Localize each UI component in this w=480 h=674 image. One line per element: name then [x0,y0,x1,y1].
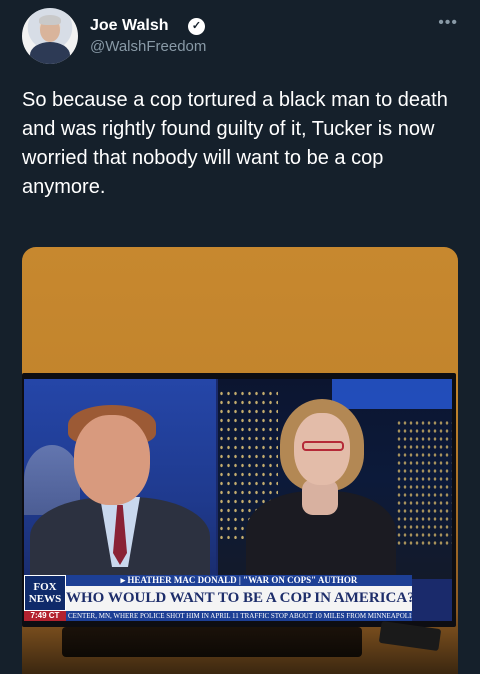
tv-stand [62,627,362,657]
tv-lower-third: FOX NEWS 7:49 CT ▸ HEATHER MAC DONALD | … [24,575,452,621]
guest-glasses [302,441,344,451]
right-video-panel [218,379,452,583]
user-handle[interactable]: @WalshFreedom [90,38,206,55]
avatar[interactable] [22,8,78,64]
avatar-hair [39,15,61,25]
guest-name-bar: ▸ HEATHER MAC DONALD | "WAR ON COPS" AUT… [66,575,412,586]
tv-frame: FOX NEWS 7:49 CT ▸ HEATHER MAC DONALD | … [22,373,456,627]
verified-check-icon: ✓ [188,18,205,35]
tv-screen: FOX NEWS 7:49 CT ▸ HEATHER MAC DONALD | … [24,379,452,621]
display-name[interactable]: Joe Walsh [90,17,169,35]
tv-ticker: CENTER, MN, WHERE POLICE SHOT HIM IN APR… [66,611,412,621]
host-head [74,415,150,505]
tweet-media-image[interactable]: FOX NEWS 7:49 CT ▸ HEATHER MAC DONALD | … [22,247,458,674]
city-lights-right [396,419,452,549]
fox-news-logo: FOX NEWS [24,575,66,611]
left-video-panel [24,379,216,587]
sky-backdrop [332,379,452,409]
avatar-suit [30,42,70,64]
more-horizontal-icon[interactable]: ••• [438,14,458,32]
tv-headline: WHO WOULD WANT TO BE A COP IN AMERICA? [66,586,415,611]
tweet-header: Joe Walsh ✓ @WalshFreedom ••• [22,8,462,68]
tv-time: 7:49 CT [24,611,66,621]
tweet-text: So because a cop tortured a black man to… [22,89,448,198]
